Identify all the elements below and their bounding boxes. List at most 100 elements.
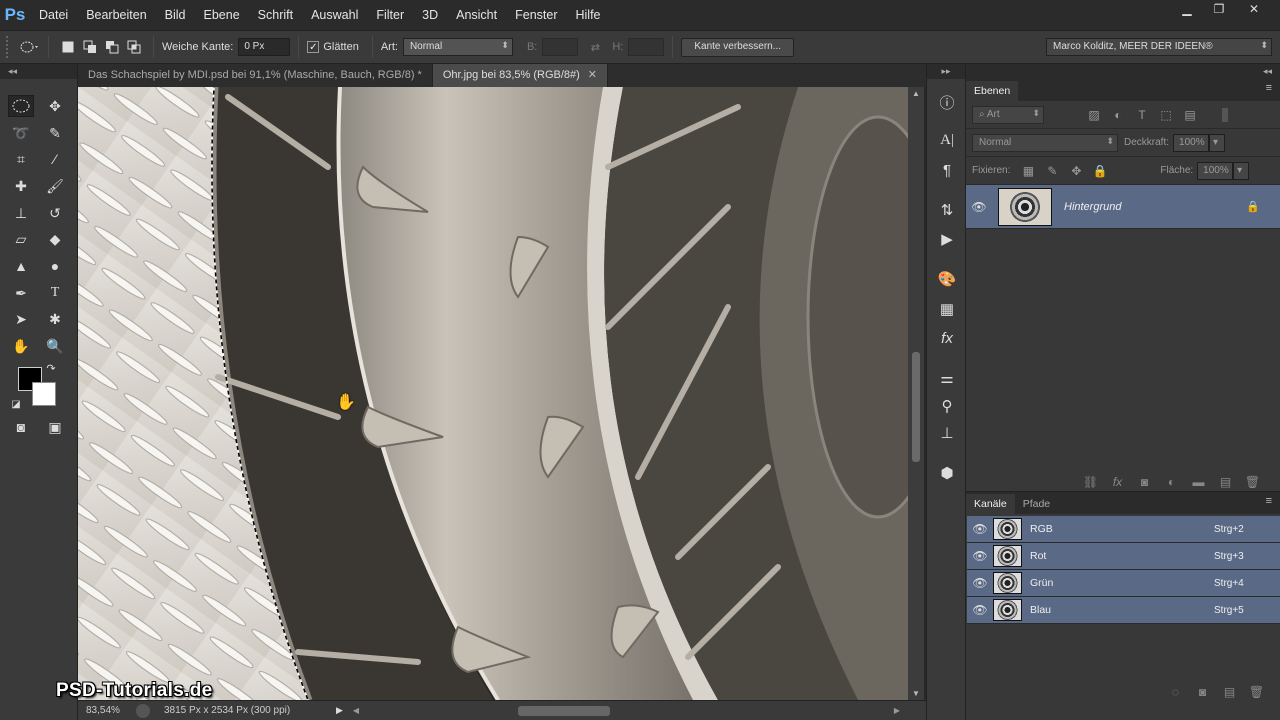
minimize-button[interactable]: ▁ bbox=[1172, 0, 1202, 18]
visibility-eye-icon[interactable]: 👁 bbox=[967, 522, 993, 536]
filter-adjustment-icon[interactable]: ◐ bbox=[1106, 108, 1130, 122]
lock-position-icon[interactable]: ✥ bbox=[1064, 164, 1088, 178]
menu-ansicht[interactable]: Ansicht bbox=[447, 0, 506, 30]
lasso-tool-icon[interactable]: ➰ bbox=[8, 122, 34, 144]
menu-bearbeiten[interactable]: Bearbeiten bbox=[77, 0, 155, 30]
delete-layer-icon[interactable]: 🗑 bbox=[1239, 475, 1266, 489]
blur-tool-icon[interactable]: ▲ bbox=[8, 255, 34, 277]
menu-3d[interactable]: 3D bbox=[413, 0, 447, 30]
channel-row-rot[interactable]: 👁 Rot Strg+3 bbox=[967, 543, 1280, 570]
paragraph-icon[interactable]: ¶ bbox=[935, 158, 959, 182]
visibility-eye-icon[interactable]: 👁 bbox=[967, 576, 993, 590]
menu-hilfe[interactable]: Hilfe bbox=[567, 0, 610, 30]
quick-selection-tool-icon[interactable]: ✎ bbox=[42, 122, 68, 144]
save-selection-icon[interactable]: ◙ bbox=[1189, 685, 1216, 699]
filter-toggle[interactable] bbox=[1222, 107, 1228, 122]
width-input[interactable] bbox=[542, 38, 579, 56]
filter-pixel-icon[interactable]: ▨ bbox=[1082, 108, 1106, 122]
hand-tool-icon[interactable]: ✋ bbox=[8, 335, 34, 357]
dodge-tool-icon[interactable]: ● bbox=[42, 255, 68, 277]
default-colors-icon[interactable]: ◪ bbox=[8, 397, 24, 411]
adjustments-icon[interactable]: ⚌ bbox=[935, 366, 959, 390]
3d-panel-icon[interactable]: ⬢ bbox=[935, 461, 959, 485]
panels-collapse-icon[interactable]: ◂◂ bbox=[966, 64, 1280, 79]
visibility-eye-icon[interactable]: 👁 bbox=[966, 200, 992, 214]
background-color-swatch[interactable] bbox=[32, 382, 56, 406]
document-canvas[interactable]: ✋ bbox=[78, 87, 908, 700]
zoom-level[interactable]: 83,54% bbox=[86, 705, 130, 716]
new-selection-icon[interactable] bbox=[57, 36, 79, 58]
tab-schachspiel[interactable]: Das Schachspiel by MDI.psd bei 91,1% (Ma… bbox=[78, 64, 433, 87]
lock-all-icon[interactable]: 🔒 bbox=[1088, 164, 1112, 178]
elliptical-marquee-preset-icon[interactable] bbox=[18, 36, 40, 58]
antialias-checkbox[interactable]: ✓ bbox=[307, 41, 320, 53]
type-tool-icon[interactable]: T bbox=[42, 282, 68, 304]
menu-fenster[interactable]: Fenster bbox=[506, 0, 566, 30]
menu-auswahl[interactable]: Auswahl bbox=[302, 0, 367, 30]
opacity-arrow-icon[interactable]: ▾ bbox=[1209, 133, 1226, 152]
height-input[interactable] bbox=[628, 38, 665, 56]
character-icon[interactable]: A| bbox=[935, 128, 959, 152]
restore-button[interactable]: ❐ bbox=[1204, 0, 1234, 18]
refine-edge-button[interactable]: Kante verbessern... bbox=[681, 37, 795, 57]
close-button[interactable]: ✕ bbox=[1236, 0, 1272, 18]
brush-tool-icon[interactable]: 🖌 bbox=[42, 175, 68, 197]
fill-arrow-icon[interactable]: ▾ bbox=[1233, 161, 1250, 180]
lock-transparent-icon[interactable]: ▦ bbox=[1016, 164, 1040, 178]
healing-brush-tool-icon[interactable]: ✚ bbox=[8, 175, 34, 197]
crop-tool-icon[interactable]: ⌗ bbox=[8, 148, 34, 170]
clone-stamp-tool-icon[interactable]: ⊥ bbox=[8, 202, 34, 224]
status-info-icon[interactable] bbox=[136, 703, 150, 718]
tools-collapse-icon[interactable]: ◂◂ bbox=[0, 64, 77, 79]
intersect-selection-icon[interactable] bbox=[123, 36, 145, 58]
filter-smart-object-icon[interactable]: ▤ bbox=[1178, 108, 1202, 122]
options-grip[interactable] bbox=[6, 36, 10, 58]
new-channel-icon[interactable]: ▤ bbox=[1216, 685, 1243, 699]
move-tool-icon[interactable]: ✥ bbox=[42, 95, 68, 117]
brush-presets-icon[interactable]: ⚲ bbox=[935, 394, 959, 418]
new-layer-icon[interactable]: ▤ bbox=[1212, 475, 1239, 489]
blend-mode-select[interactable]: Normal bbox=[972, 133, 1118, 152]
lock-image-icon[interactable]: ✎ bbox=[1040, 164, 1064, 178]
scroll-right-icon[interactable]: ▶ bbox=[894, 706, 900, 715]
new-adjustment-icon[interactable]: ◐ bbox=[1158, 475, 1185, 489]
pen-tool-icon[interactable]: ✒ bbox=[8, 282, 34, 304]
close-tab-icon[interactable]: ✕ bbox=[588, 69, 597, 81]
add-mask-icon[interactable]: ◙ bbox=[1131, 475, 1158, 489]
tab-ohr[interactable]: Ohr.jpg bei 83,5% (RGB/8#) ✕ bbox=[432, 64, 609, 87]
history-icon[interactable]: ⇅ bbox=[935, 198, 959, 222]
swatches-icon[interactable]: ▦ bbox=[935, 297, 959, 321]
layer-row-hintergrund[interactable]: 👁 Hintergrund 🔒 bbox=[966, 185, 1280, 229]
menu-bild[interactable]: Bild bbox=[156, 0, 195, 30]
actions-play-icon[interactable]: ▶ bbox=[935, 227, 959, 251]
channel-row-rgb[interactable]: 👁 RGB Strg+2 bbox=[967, 516, 1280, 543]
layer-filter-select[interactable]: ⌕ Art bbox=[972, 105, 1044, 124]
visibility-eye-icon[interactable]: 👁 bbox=[967, 603, 993, 617]
zoom-tool-icon[interactable]: 🔍 bbox=[42, 335, 68, 357]
filter-type-icon[interactable]: T bbox=[1130, 108, 1154, 122]
panel-menu-icon[interactable]: ≡ bbox=[1266, 82, 1272, 94]
visibility-eye-icon[interactable]: 👁 bbox=[967, 549, 993, 563]
vertical-scroll-thumb[interactable] bbox=[912, 352, 920, 462]
load-selection-icon[interactable]: ◌ bbox=[1162, 685, 1189, 699]
elliptical-marquee-tool-icon[interactable] bbox=[8, 95, 34, 117]
history-brush-tool-icon[interactable]: ↺ bbox=[42, 202, 68, 224]
status-menu-arrow-icon[interactable]: ▶ bbox=[336, 705, 343, 716]
swap-dimensions-icon[interactable]: ⇄ bbox=[584, 36, 606, 58]
scroll-up-icon[interactable]: ▲ bbox=[912, 89, 920, 98]
channel-row-gruen[interactable]: 👁 Grün Strg+4 bbox=[967, 570, 1280, 597]
subtract-from-selection-icon[interactable] bbox=[101, 36, 123, 58]
tab-pfade[interactable]: Pfade bbox=[1015, 494, 1058, 514]
eraser-tool-icon[interactable]: ▱ bbox=[8, 228, 34, 250]
fill-input[interactable]: 100% bbox=[1197, 161, 1234, 180]
style-select[interactable]: Normal bbox=[402, 38, 513, 56]
styles-icon[interactable]: fx bbox=[935, 326, 959, 350]
tab-kanaele[interactable]: Kanäle bbox=[966, 494, 1015, 514]
tab-ebenen[interactable]: Ebenen bbox=[966, 81, 1019, 101]
menu-schrift[interactable]: Schrift bbox=[249, 0, 302, 30]
color-palette-icon[interactable]: 🎨 bbox=[935, 267, 959, 291]
path-selection-tool-icon[interactable]: ➤ bbox=[8, 308, 34, 330]
scroll-left-icon[interactable]: ◀ bbox=[353, 706, 359, 715]
new-group-icon[interactable]: ▬ bbox=[1185, 475, 1212, 489]
menu-datei[interactable]: Datei bbox=[30, 0, 77, 30]
